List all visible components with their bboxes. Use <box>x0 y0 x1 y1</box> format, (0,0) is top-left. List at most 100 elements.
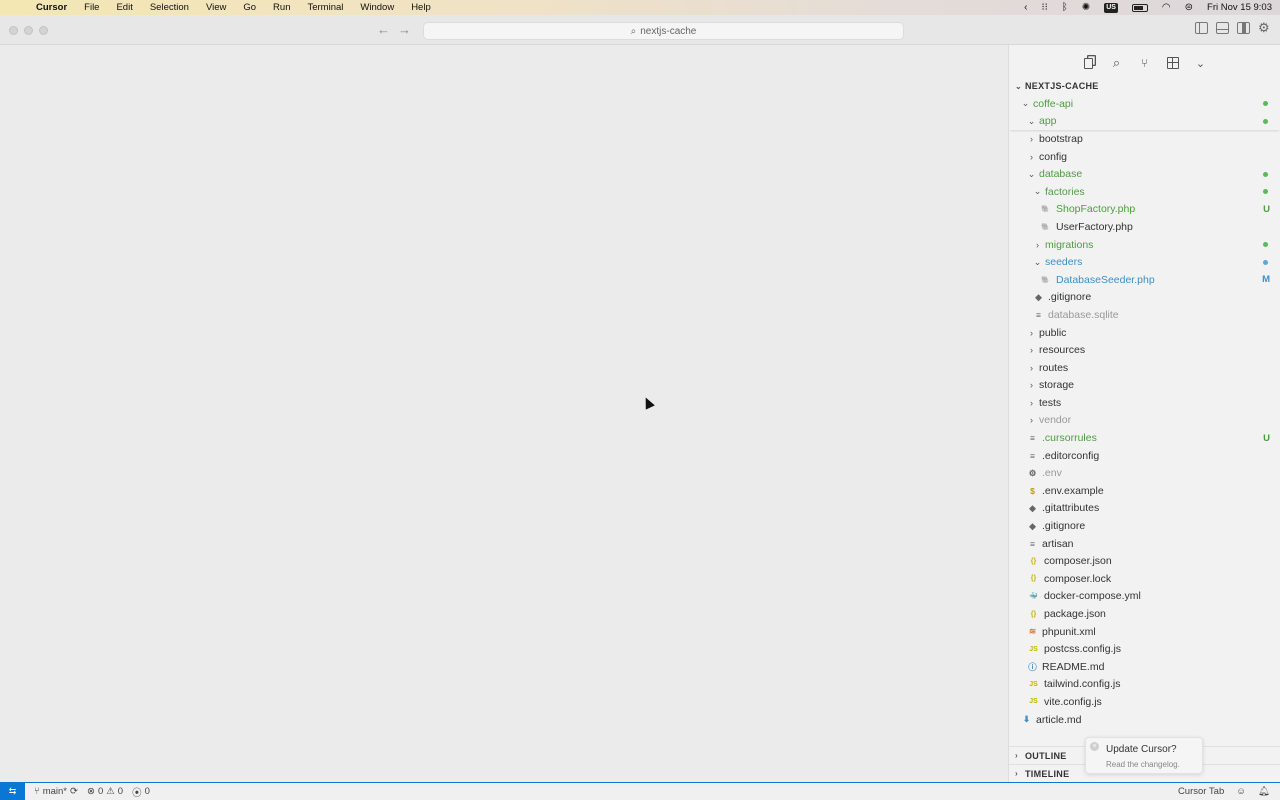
editor-area[interactable] <box>0 45 1008 782</box>
toggle-panel-icon[interactable] <box>1216 22 1229 34</box>
tree-file-postcss-config-js[interactable]: JS postcss.config.js <box>1009 640 1280 658</box>
chevron-right-icon: › <box>1030 397 1033 408</box>
tree-file-package-json[interactable]: {} package.json <box>1009 605 1280 623</box>
tree-item-label: .gitignore <box>1048 291 1092 304</box>
git-status-badge: U <box>1263 203 1270 215</box>
git-branch-status[interactable]: ⑂ main* ⟳ <box>34 786 78 797</box>
close-icon[interactable]: × <box>1090 742 1099 751</box>
menu-go[interactable]: Go <box>243 2 256 13</box>
menu-app-name[interactable]: Cursor <box>36 2 67 13</box>
menu-window[interactable]: Window <box>360 2 394 13</box>
chevron-down-icon: ⌄ <box>1027 168 1036 179</box>
input-source-indicator[interactable]: US <box>1104 2 1118 13</box>
rss-icon: ≋ <box>1028 626 1037 637</box>
tree-file-gitignore[interactable]: ◆ .gitignore <box>1009 289 1280 307</box>
back-arrow-icon[interactable]: ← <box>377 22 390 37</box>
smiley-feedback-icon[interactable]: ☺ <box>1236 786 1246 797</box>
ports-status[interactable]: ⦿ 0 <box>132 785 150 799</box>
wifi-icon[interactable]: ◠ <box>1162 0 1171 15</box>
tree-item-label: .env <box>1042 467 1062 480</box>
search-icon[interactable]: ⌕ <box>1109 55 1124 71</box>
tree-file-readme-md[interactable]: ⓘ README.md <box>1009 658 1280 676</box>
menu-file[interactable]: File <box>84 2 99 13</box>
chevron-down-icon[interactable]: ⌄ <box>1193 56 1208 71</box>
tree-folder-migrations[interactable]: › migrations <box>1009 236 1280 254</box>
menu-view[interactable]: View <box>206 2 226 13</box>
command-center-search[interactable]: ⌕ nextjs-cache <box>423 22 904 40</box>
toast-changelog-link[interactable]: Read the changelog. <box>1106 760 1180 769</box>
tree-file-artisan[interactable]: ≡ artisan <box>1009 535 1280 553</box>
tree-file-phpunit-xml[interactable]: ≋ phpunit.xml <box>1009 623 1280 641</box>
tree-file-userfactory-php[interactable]: 🐘 UserFactory.php <box>1009 218 1280 236</box>
menu-terminal[interactable]: Terminal <box>307 2 343 13</box>
tree-folder-config[interactable]: › config <box>1009 148 1280 166</box>
tree-folder-tests[interactable]: › tests <box>1009 394 1280 412</box>
explorer-sidebar: ⌕ ⑂ ⌄ ⌄ NEXTJS-CACHE ⌄ coffe-api ⌄ app › boot… <box>1008 45 1280 782</box>
bluetooth-icon[interactable]: ᛒ <box>1062 0 1068 15</box>
battery-icon[interactable] <box>1131 3 1148 12</box>
tree-folder-routes[interactable]: › routes <box>1009 359 1280 377</box>
tree-file-shopfactory-php[interactable]: 🐘 ShopFactory.php U <box>1009 201 1280 219</box>
chevron-down-icon: ⌄ <box>1015 81 1023 91</box>
tree-folder-factories[interactable]: ⌄ factories <box>1009 183 1280 201</box>
brightness-icon[interactable]: ✺ <box>1082 0 1090 15</box>
tree-file-composer-json[interactable]: {} composer.json <box>1009 552 1280 570</box>
toggle-primary-sidebar-icon[interactable] <box>1195 22 1208 34</box>
tree-folder-bootstrap[interactable]: › bootstrap <box>1009 130 1280 148</box>
chevron-right-icon: › <box>1015 751 1018 760</box>
git-status-dot <box>1263 118 1268 124</box>
tree-file-database-sqlite[interactable]: ≡ database.sqlite <box>1009 306 1280 324</box>
tree-folder-vendor[interactable]: › vendor <box>1009 412 1280 430</box>
zoom-window-button[interactable] <box>39 26 48 35</box>
tree-file-databaseseeder-php[interactable]: 🐘 DatabaseSeeder.php M <box>1009 271 1280 289</box>
menu-selection[interactable]: Selection <box>150 2 189 13</box>
tree-folder-database[interactable]: ⌄ database <box>1009 165 1280 183</box>
menu-edit[interactable]: Edit <box>116 2 132 13</box>
git-status-dot <box>1263 189 1268 195</box>
explorer-files-icon[interactable] <box>1081 56 1096 71</box>
forward-arrow-icon[interactable]: → <box>398 22 411 37</box>
minimize-window-button[interactable] <box>24 26 33 35</box>
tree-item-label: factories <box>1045 185 1085 198</box>
grid-dots-icon[interactable]: ⁝⁝ <box>1041 0 1047 15</box>
timeline-label: TIMELINE <box>1025 768 1070 779</box>
tree-file-docker-compose-yml[interactable]: 🐳 docker-compose.yml <box>1009 588 1280 606</box>
tree-file-article-md[interactable]: ⬇ article.md <box>1009 711 1280 729</box>
chevron-left-icon[interactable]: ‹ <box>1024 0 1027 15</box>
tree-file-vite-config-js[interactable]: JS vite.config.js <box>1009 693 1280 711</box>
tree-item-label: tests <box>1039 396 1062 409</box>
explorer-workspace-header[interactable]: ⌄ NEXTJS-CACHE <box>1009 77 1280 95</box>
tree-file-gitignore[interactable]: ◆ .gitignore <box>1009 517 1280 535</box>
tree-file-gitattributes[interactable]: ◆ .gitattributes <box>1009 500 1280 518</box>
tree-file-env[interactable]: ⚙ .env <box>1009 464 1280 482</box>
menu-run[interactable]: Run <box>273 2 290 13</box>
tree-folder-public[interactable]: › public <box>1009 324 1280 342</box>
tree-file-tailwind-config-js[interactable]: JS tailwind.config.js <box>1009 676 1280 694</box>
close-window-button[interactable] <box>9 26 18 35</box>
status-bar-right: Cursor Tab ☺ 🔔︎ <box>1178 783 1270 800</box>
menu-help[interactable]: Help <box>411 2 431 13</box>
menubar-clock[interactable]: Fri Nov 15 9:03 <box>1207 2 1272 13</box>
problems-status[interactable]: ⊗ 0 ⚠ 0 <box>87 786 123 797</box>
tree-folder-storage[interactable]: › storage <box>1009 377 1280 395</box>
tree-file-env-example[interactable]: $ .env.example <box>1009 482 1280 500</box>
tree-folder-coffe-api[interactable]: ⌄ coffe-api <box>1009 95 1280 113</box>
control-center-icon[interactable]: ⊜ <box>1185 0 1193 15</box>
settings-gear-icon[interactable]: ⚙ <box>1258 21 1272 34</box>
tree-file-editorconfig[interactable]: ≡ .editorconfig <box>1009 447 1280 465</box>
text-file-icon: ≡ <box>1030 433 1035 444</box>
toggle-secondary-sidebar-icon[interactable] <box>1237 22 1250 34</box>
remote-indicator-icon[interactable]: ⇆ <box>0 783 25 800</box>
tree-file-cursorrules[interactable]: ≡ .cursorrules U <box>1009 429 1280 447</box>
cursor-tab-status[interactable]: Cursor Tab <box>1178 786 1224 797</box>
tree-folder-app[interactable]: ⌄ app <box>1009 113 1280 131</box>
bell-notification-icon[interactable]: 🔔︎ <box>1258 786 1270 797</box>
tree-item-label: .editorconfig <box>1042 449 1100 462</box>
json-braces-icon: {} <box>1030 610 1037 618</box>
tree-file-composer-lock[interactable]: {} composer.lock <box>1009 570 1280 588</box>
tree-folder-seeders[interactable]: ⌄ seeders <box>1009 253 1280 271</box>
tree-folder-resources[interactable]: › resources <box>1009 341 1280 359</box>
update-notification-toast[interactable]: × Update Cursor? Read the changelog. <box>1085 737 1203 774</box>
source-control-icon[interactable]: ⑂ <box>1137 56 1152 71</box>
extensions-icon[interactable] <box>1165 56 1180 71</box>
